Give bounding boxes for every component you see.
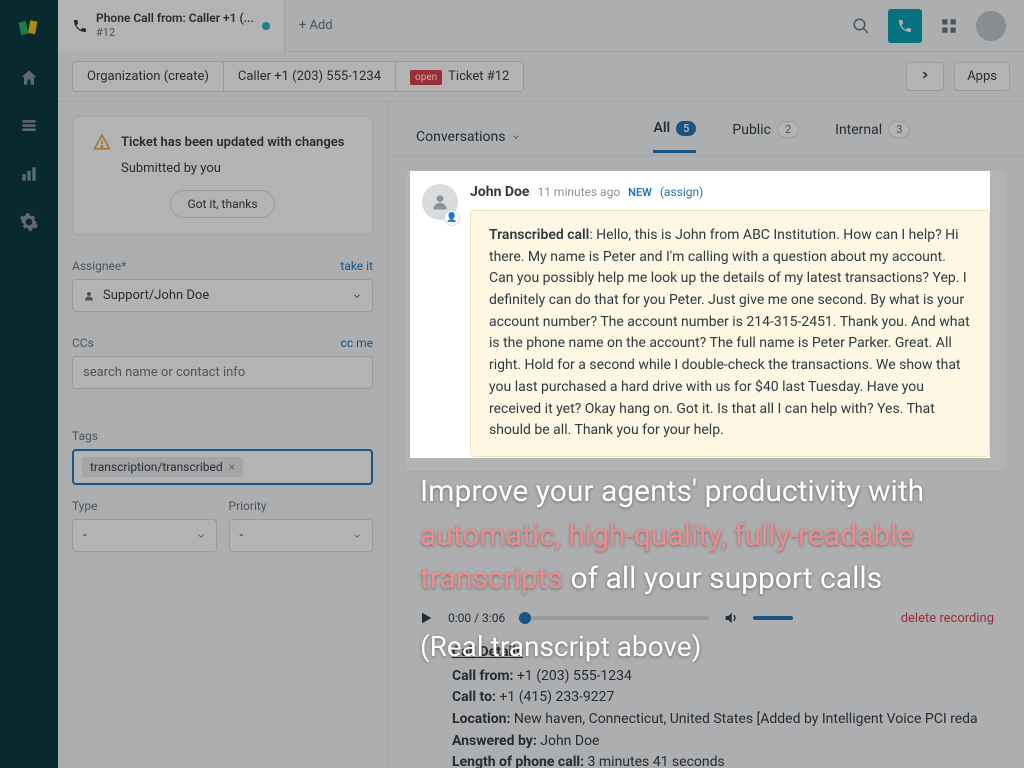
chevron-down-icon bbox=[352, 291, 362, 301]
top-bar: Phone Call from: Caller +1 (... #12 + Ad… bbox=[58, 0, 1024, 52]
transcript-label: Transcribed call bbox=[489, 227, 589, 243]
dismiss-notice-button[interactable]: Got it, thanks bbox=[170, 190, 274, 218]
volume-icon[interactable] bbox=[723, 610, 739, 626]
chevron-down-icon bbox=[196, 531, 206, 541]
ccs-label: CCs bbox=[72, 336, 94, 350]
person-icon bbox=[83, 290, 95, 302]
message-avatar: 👤 bbox=[422, 184, 458, 220]
add-tab-button[interactable]: + Add bbox=[285, 18, 347, 33]
assignee-select[interactable]: Support/John Doe bbox=[72, 279, 373, 312]
phone-icon bbox=[72, 18, 88, 34]
update-notice: Ticket has been updated with changes Sub… bbox=[72, 116, 373, 235]
assign-link[interactable]: (assign) bbox=[660, 185, 703, 199]
warning-icon bbox=[93, 133, 111, 151]
tags-label: Tags bbox=[72, 429, 98, 443]
admin-icon[interactable] bbox=[19, 212, 39, 232]
breadcrumb: Organization (create) Caller +1 (203) 55… bbox=[72, 61, 524, 92]
apps-button[interactable]: Apps bbox=[954, 62, 1010, 91]
views-icon[interactable] bbox=[19, 116, 39, 136]
user-avatar[interactable] bbox=[976, 11, 1006, 41]
notice-subtitle: Submitted by you bbox=[121, 161, 352, 176]
conversation-panel: Conversations All5 Public2 Internal3 👤 J… bbox=[388, 102, 1024, 768]
call-details: Call Details Call from: +1 (203) 555-123… bbox=[452, 642, 978, 768]
message-time: 11 minutes ago bbox=[537, 185, 620, 199]
assignee-label: Assignee* bbox=[72, 259, 126, 273]
tab-internal[interactable]: Internal3 bbox=[835, 121, 910, 152]
search-icon[interactable] bbox=[852, 17, 870, 35]
conversation-tabs: Conversations All5 Public2 Internal3 bbox=[388, 102, 1024, 156]
delete-recording-link[interactable]: delete recording bbox=[901, 611, 994, 626]
type-select[interactable]: - bbox=[72, 519, 217, 552]
left-nav-rail bbox=[0, 0, 58, 768]
breadcrumb-caller[interactable]: Caller +1 (203) 555-1234 bbox=[224, 62, 396, 91]
new-badge: NEW bbox=[628, 186, 652, 199]
avatar-badge-icon: 👤 bbox=[444, 210, 460, 226]
notice-title: Ticket has been updated with changes bbox=[121, 135, 344, 150]
take-it-link[interactable]: take it bbox=[340, 259, 373, 273]
transcript-box: Transcribed call: Hello, this is John fr… bbox=[470, 210, 990, 457]
apps-grid-icon[interactable] bbox=[940, 17, 958, 35]
next-button[interactable] bbox=[906, 62, 944, 91]
remove-tag-icon[interactable]: × bbox=[229, 460, 235, 474]
reports-icon[interactable] bbox=[19, 164, 39, 184]
type-label: Type bbox=[72, 499, 217, 513]
app-logo bbox=[18, 18, 40, 40]
open-badge: open bbox=[410, 70, 442, 85]
call-details-heading: Call Details bbox=[452, 642, 978, 664]
tag-chip[interactable]: transcription/transcribed× bbox=[82, 457, 243, 477]
ticket-tab[interactable]: Phone Call from: Caller +1 (... #12 bbox=[58, 0, 285, 52]
ticket-properties-panel: Ticket has been updated with changes Sub… bbox=[58, 102, 388, 768]
chevron-down-icon bbox=[352, 531, 362, 541]
unsaved-indicator bbox=[262, 22, 270, 30]
breadcrumb-ticket[interactable]: openTicket #12 bbox=[396, 62, 523, 91]
conversations-dropdown[interactable]: Conversations bbox=[416, 129, 521, 145]
transcript-body: : Hello, this is John from ABC Instituti… bbox=[489, 227, 970, 438]
home-icon[interactable] bbox=[19, 68, 39, 88]
message-card: 👤 John Doe 11 minutes ago NEW (assign) T… bbox=[406, 170, 1006, 471]
cc-me-link[interactable]: cc me bbox=[341, 336, 373, 350]
talk-button[interactable] bbox=[888, 9, 922, 43]
ccs-input[interactable] bbox=[72, 356, 373, 389]
tab-all[interactable]: All5 bbox=[653, 120, 696, 153]
tab-subtitle: #12 bbox=[96, 26, 254, 40]
tags-input[interactable]: transcription/transcribed× bbox=[72, 449, 373, 485]
audio-player: 0:00 / 3:06 delete recording bbox=[388, 598, 1024, 638]
breadcrumb-row: Organization (create) Caller +1 (203) 55… bbox=[58, 52, 1024, 102]
seek-track[interactable] bbox=[519, 616, 709, 620]
message-author: John Doe bbox=[470, 184, 529, 200]
player-time: 0:00 / 3:06 bbox=[448, 611, 505, 625]
volume-track[interactable] bbox=[753, 616, 793, 620]
chevron-down-icon bbox=[511, 132, 521, 142]
breadcrumb-org[interactable]: Organization (create) bbox=[73, 62, 224, 91]
seek-thumb[interactable] bbox=[519, 612, 531, 624]
tab-title: Phone Call from: Caller +1 (... bbox=[96, 11, 254, 27]
tab-public[interactable]: Public2 bbox=[732, 121, 799, 152]
priority-select[interactable]: - bbox=[229, 519, 374, 552]
play-button[interactable] bbox=[418, 610, 434, 626]
priority-label: Priority bbox=[229, 499, 374, 513]
